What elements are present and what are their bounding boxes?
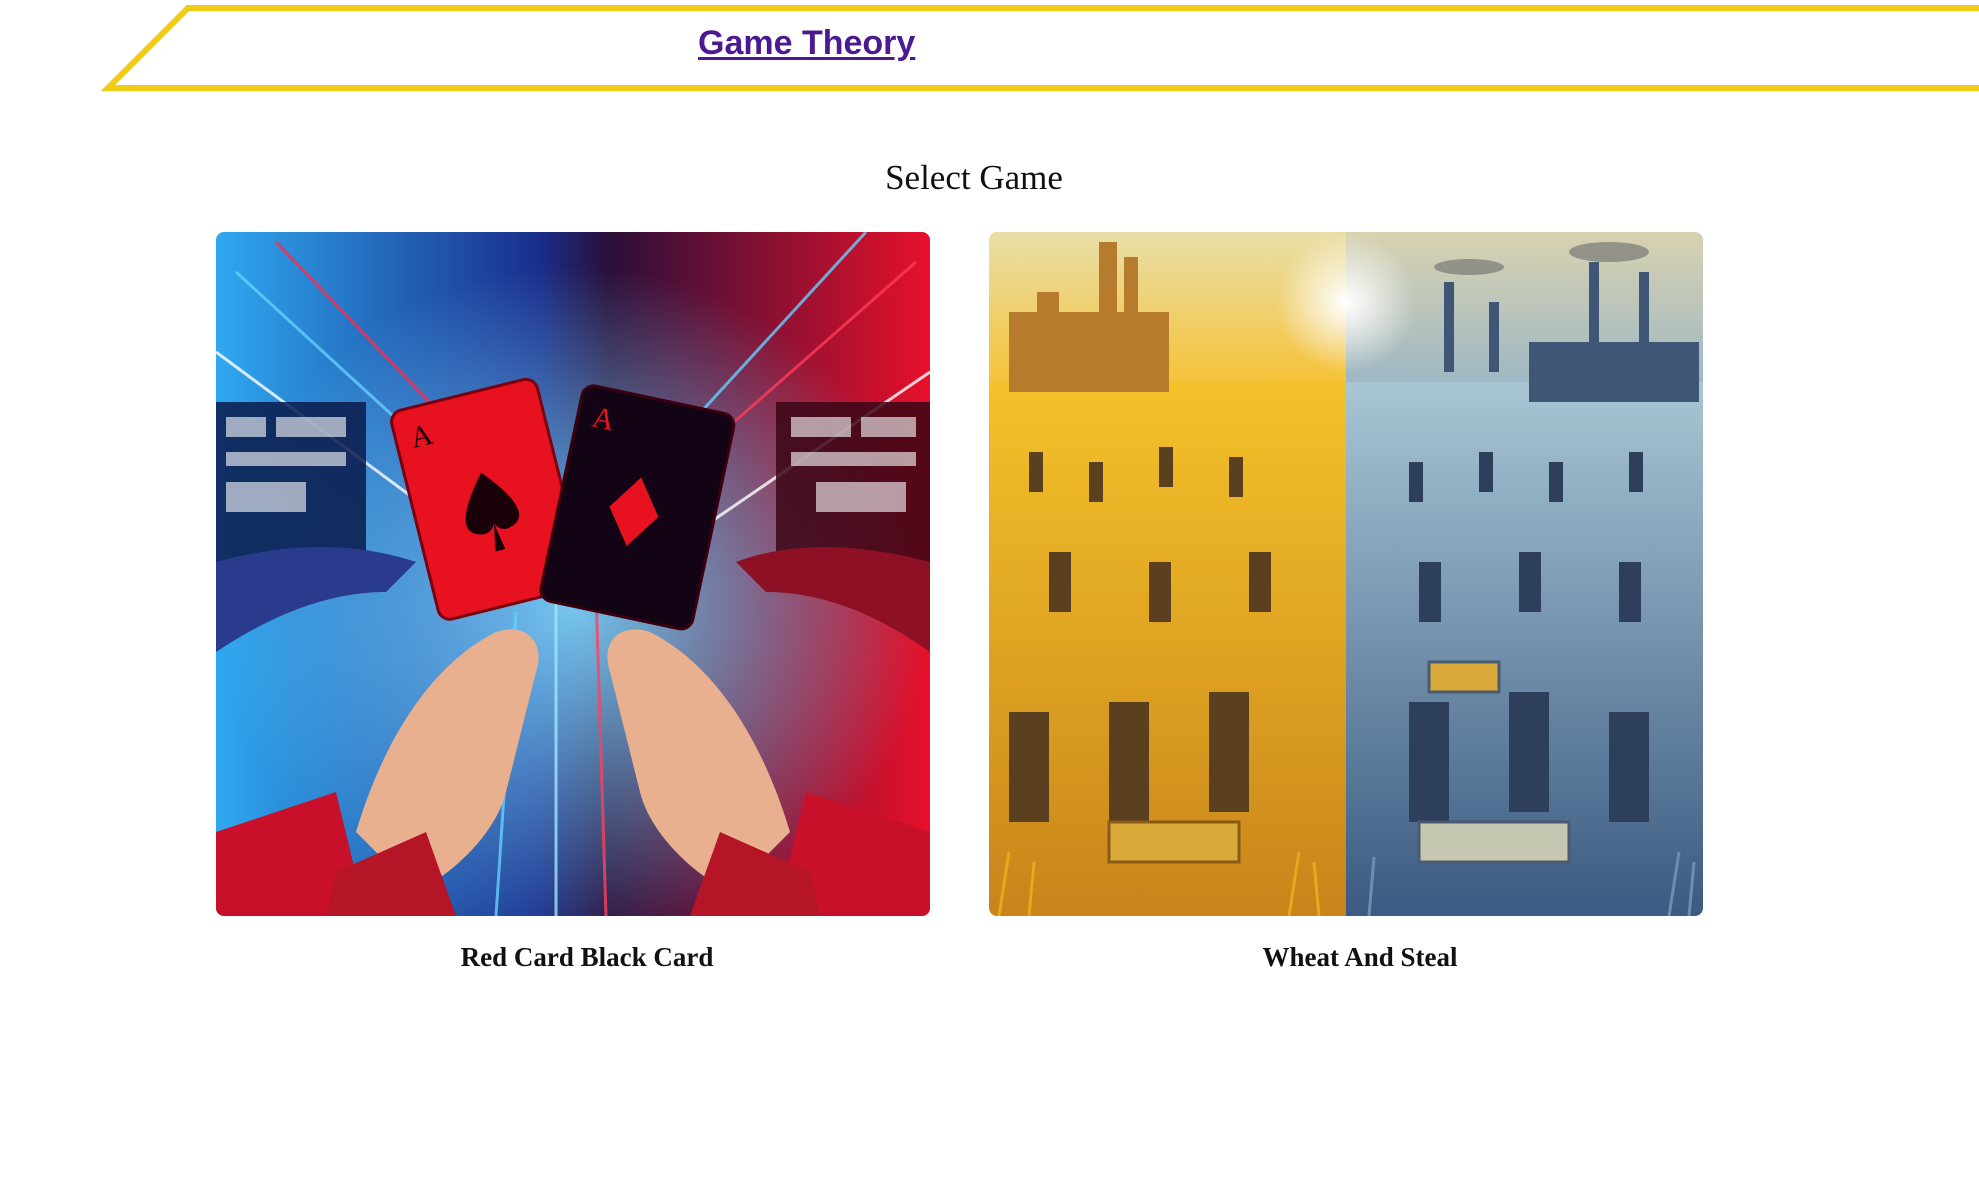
game-label[interactable]: Red Card Black Card <box>216 942 930 973</box>
wheat-and-steal-illustration[interactable] <box>989 232 1703 916</box>
banner-frame <box>100 5 1979 91</box>
brand-title-link[interactable]: Game Theory <box>698 24 915 63</box>
game-card-red-card-black-card[interactable]: A A Red Card Black Card <box>216 232 930 973</box>
page-title: Select Game <box>885 158 1063 197</box>
red-card-black-card-illustration[interactable]: A A <box>216 232 930 916</box>
game-card-wheat-and-steal[interactable]: Wheat And Steal <box>989 232 1703 973</box>
header-banner: Game Theory <box>0 0 1979 100</box>
game-label[interactable]: Wheat And Steal <box>989 942 1703 973</box>
